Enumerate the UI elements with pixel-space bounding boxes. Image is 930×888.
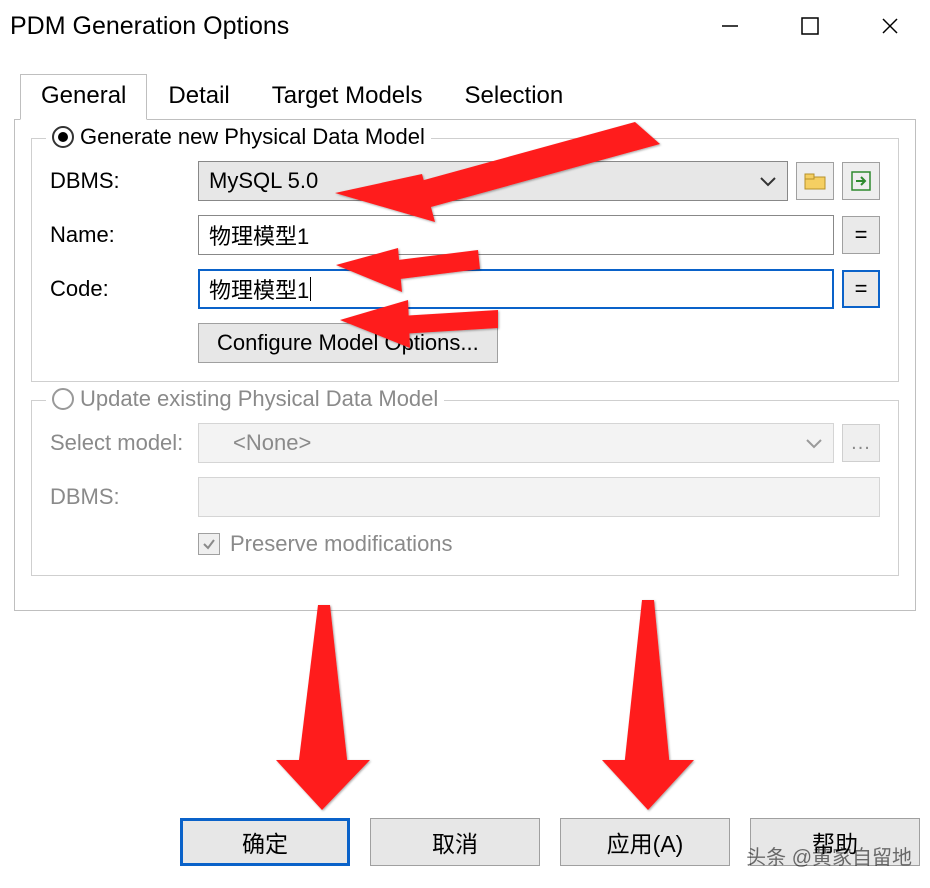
radio-generate-new[interactable] bbox=[52, 126, 74, 148]
legend-generate-new-label: Generate new Physical Data Model bbox=[80, 124, 425, 150]
ok-button[interactable]: 确定 bbox=[180, 818, 350, 866]
combo-select-model-value: <None> bbox=[209, 430, 311, 456]
text-caret bbox=[310, 277, 311, 301]
chevron-down-icon bbox=[805, 430, 823, 456]
input-name[interactable]: 物理模型1 bbox=[198, 215, 834, 255]
input-code[interactable]: 物理模型1 bbox=[198, 269, 834, 309]
combo-select-model: <None> bbox=[198, 423, 834, 463]
input-update-dbms bbox=[198, 477, 880, 517]
window-buttons bbox=[690, 0, 930, 52]
import-button[interactable] bbox=[842, 162, 880, 200]
radio-update-existing[interactable] bbox=[52, 388, 74, 410]
help-button[interactable]: 帮助 bbox=[750, 818, 920, 866]
browse-model-button: ... bbox=[842, 424, 880, 462]
close-button[interactable] bbox=[850, 0, 930, 52]
combo-dbms-value: MySQL 5.0 bbox=[209, 168, 318, 194]
group-update-existing: Update existing Physical Data Model Sele… bbox=[31, 400, 899, 576]
row-dbms: DBMS: MySQL 5.0 bbox=[50, 161, 880, 201]
import-icon bbox=[850, 170, 872, 192]
tab-detail[interactable]: Detail bbox=[147, 74, 250, 119]
row-name: Name: 物理模型1 = bbox=[50, 215, 880, 255]
configure-model-options-button[interactable]: Configure Model Options... bbox=[198, 323, 498, 363]
minimize-button[interactable] bbox=[690, 0, 770, 52]
row-select-model: Select model: <None> ... bbox=[50, 423, 880, 463]
tab-strip: General Detail Target Models Selection bbox=[20, 74, 930, 119]
tab-general[interactable]: General bbox=[20, 74, 147, 120]
label-preserve: Preserve modifications bbox=[230, 531, 453, 557]
dialog-button-row: 确定 取消 应用(A) 帮助 bbox=[0, 818, 930, 866]
label-name: Name: bbox=[50, 222, 190, 248]
label-code: Code: bbox=[50, 276, 190, 302]
titlebar: PDM Generation Options bbox=[0, 0, 930, 52]
tab-target-models[interactable]: Target Models bbox=[251, 74, 444, 119]
row-update-dbms: DBMS: bbox=[50, 477, 880, 517]
sync-code-button[interactable]: = bbox=[842, 270, 880, 308]
group-generate-new: Generate new Physical Data Model DBMS: M… bbox=[31, 138, 899, 382]
input-name-value: 物理模型1 bbox=[209, 219, 309, 251]
combo-dbms[interactable]: MySQL 5.0 bbox=[198, 161, 788, 201]
tab-panel-general: Generate new Physical Data Model DBMS: M… bbox=[14, 119, 916, 611]
label-select-model: Select model: bbox=[50, 430, 190, 456]
chevron-down-icon bbox=[759, 168, 777, 194]
window-title: PDM Generation Options bbox=[10, 12, 289, 41]
row-code: Code: 物理模型1 = bbox=[50, 269, 880, 309]
label-dbms: DBMS: bbox=[50, 168, 190, 194]
legend-update-existing[interactable]: Update existing Physical Data Model bbox=[46, 386, 444, 412]
tab-selection[interactable]: Selection bbox=[444, 74, 585, 119]
maximize-button[interactable] bbox=[770, 0, 850, 52]
cancel-button[interactable]: 取消 bbox=[370, 818, 540, 866]
label-update-dbms: DBMS: bbox=[50, 484, 190, 510]
row-preserve: Preserve modifications bbox=[198, 531, 880, 557]
browse-folder-button[interactable] bbox=[796, 162, 834, 200]
input-code-value: 物理模型1 bbox=[209, 273, 309, 305]
apply-button[interactable]: 应用(A) bbox=[560, 818, 730, 866]
legend-update-existing-label: Update existing Physical Data Model bbox=[80, 386, 438, 412]
folder-icon bbox=[804, 172, 826, 190]
legend-generate-new[interactable]: Generate new Physical Data Model bbox=[46, 124, 431, 150]
checkbox-preserve bbox=[198, 533, 220, 555]
sync-name-button[interactable]: = bbox=[842, 216, 880, 254]
